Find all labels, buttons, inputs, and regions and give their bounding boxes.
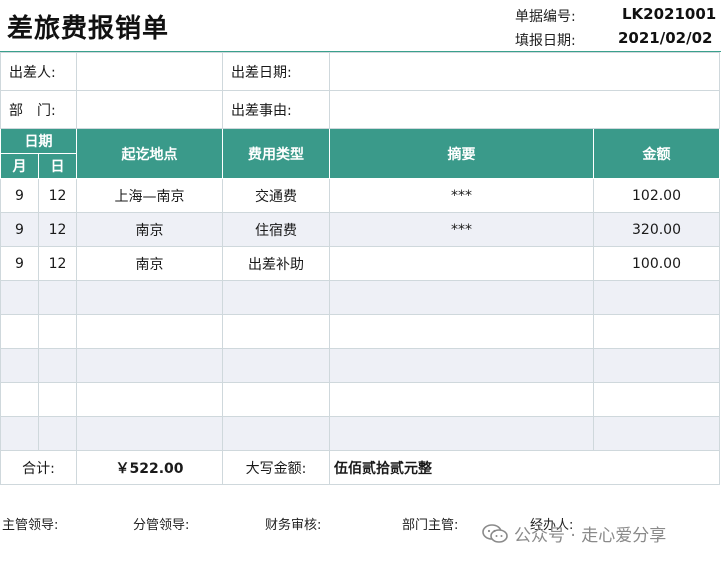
summary-cell[interactable]: *** [329,178,594,213]
amount-cell[interactable]: 100.00 [593,246,720,281]
route-cell[interactable] [76,280,223,315]
month-cell[interactable] [0,416,39,451]
total-row: 合计: ￥522.00 大写金额: 伍佰贰拾贰元整 [0,450,720,485]
route-cell[interactable]: 南京 [76,246,223,281]
type-cell[interactable]: 住宿费 [222,212,330,247]
route-cell[interactable] [76,416,223,451]
month-cell[interactable] [0,382,39,417]
month-cell[interactable] [0,348,39,383]
type-cell[interactable] [222,382,330,417]
fill-date-label: 填报日期: [515,33,576,49]
supervisor-signoff: 主管领导: [2,518,59,533]
route-cell[interactable]: 南京 [76,212,223,247]
amount-cell[interactable]: 320.00 [593,212,720,247]
total-amount: ￥522.00 [76,450,223,485]
month-cell[interactable]: 9 [0,246,39,281]
type-cell[interactable] [222,314,330,349]
expense-form-table: 出差人: 出差日期: 部 门: 出差事由: 日期 起讫地点 费用类型 摘要 金额… [0,52,720,485]
amount-cell[interactable] [593,416,720,451]
day-cell[interactable]: 12 [38,212,77,247]
info-row-dept: 部 门: 出差事由: [0,90,720,129]
day-cell[interactable] [38,416,77,451]
amount-cell[interactable] [593,280,720,315]
route-cell[interactable] [76,314,223,349]
type-cell[interactable] [222,348,330,383]
type-cell[interactable]: 出差补助 [222,246,330,281]
date-header: 日期 [0,128,77,154]
table-row: 9 12 南京 出差补助 100.00 [0,246,720,281]
table-row [0,280,720,315]
type-header: 费用类型 [222,128,330,179]
day-cell[interactable] [38,280,77,315]
summary-cell[interactable] [329,246,594,281]
amount-cell[interactable] [593,348,720,383]
doc-no-label: 单据编号: [515,9,576,25]
watermark: 公众号 · 走心爱分享 [482,521,666,546]
type-cell[interactable] [222,280,330,315]
doc-no-value: LK2021001 [622,5,717,23]
table-row [0,382,720,417]
summary-cell[interactable] [329,280,594,315]
traveler-label: 出差人: [0,52,77,91]
table-row [0,314,720,349]
watermark-text: 公众号 · 走心爱分享 [514,526,667,546]
day-cell[interactable] [38,348,77,383]
amount-cell[interactable] [593,314,720,349]
traveler-field[interactable] [76,52,223,91]
dept-field[interactable] [76,90,223,129]
dept-label: 部 门: [0,90,77,129]
summary-header: 摘要 [329,128,594,179]
reason-label: 出差事由: [222,90,330,129]
type-cell[interactable]: 交通费 [222,178,330,213]
form-header: 差旅费报销单 单据编号: LK2021001 填报日期: 2021/02/02 [0,0,721,52]
route-cell[interactable] [76,348,223,383]
form-title: 差旅费报销单 [7,14,170,44]
month-header: 月 [0,153,39,179]
wechat-icon [482,523,508,543]
table-row: 9 12 上海—南京 交通费 *** 102.00 [0,178,720,213]
upper-amount-label: 大写金额: [222,450,330,485]
upper-amount: 伍佰贰拾贰元整 [329,450,720,485]
total-label: 合计: [0,450,77,485]
table-row: 9 12 南京 住宿费 *** 320.00 [0,212,720,247]
route-header: 起讫地点 [76,128,223,179]
summary-cell[interactable] [329,416,594,451]
route-cell[interactable]: 上海—南京 [76,178,223,213]
summary-cell[interactable] [329,314,594,349]
day-cell[interactable] [38,382,77,417]
amount-cell[interactable] [593,382,720,417]
travel-date-label: 出差日期: [222,52,330,91]
month-cell[interactable]: 9 [0,212,39,247]
route-cell[interactable] [76,382,223,417]
reason-field[interactable] [329,90,720,129]
summary-cell[interactable] [329,348,594,383]
table-header-row: 日期 起讫地点 费用类型 摘要 金额 [0,128,720,179]
day-cell[interactable]: 12 [38,178,77,213]
amount-header: 金额 [593,128,720,179]
month-cell[interactable]: 9 [0,178,39,213]
day-cell[interactable]: 12 [38,246,77,281]
type-cell[interactable] [222,416,330,451]
finance-review-signoff: 财务审核: [265,518,322,533]
day-header: 日 [38,153,77,179]
dept-head-signoff: 部门主管: [402,518,459,533]
month-cell[interactable] [0,314,39,349]
travel-date-field[interactable] [329,52,720,91]
info-row-traveler: 出差人: 出差日期: [0,52,720,91]
summary-cell[interactable]: *** [329,212,594,247]
table-row [0,348,720,383]
fill-date-value: 2021/02/02 [618,29,713,47]
day-cell[interactable] [38,314,77,349]
amount-cell[interactable]: 102.00 [593,178,720,213]
month-cell[interactable] [0,280,39,315]
table-row [0,416,720,451]
summary-cell[interactable] [329,382,594,417]
division-leader-signoff: 分管领导: [133,518,190,533]
